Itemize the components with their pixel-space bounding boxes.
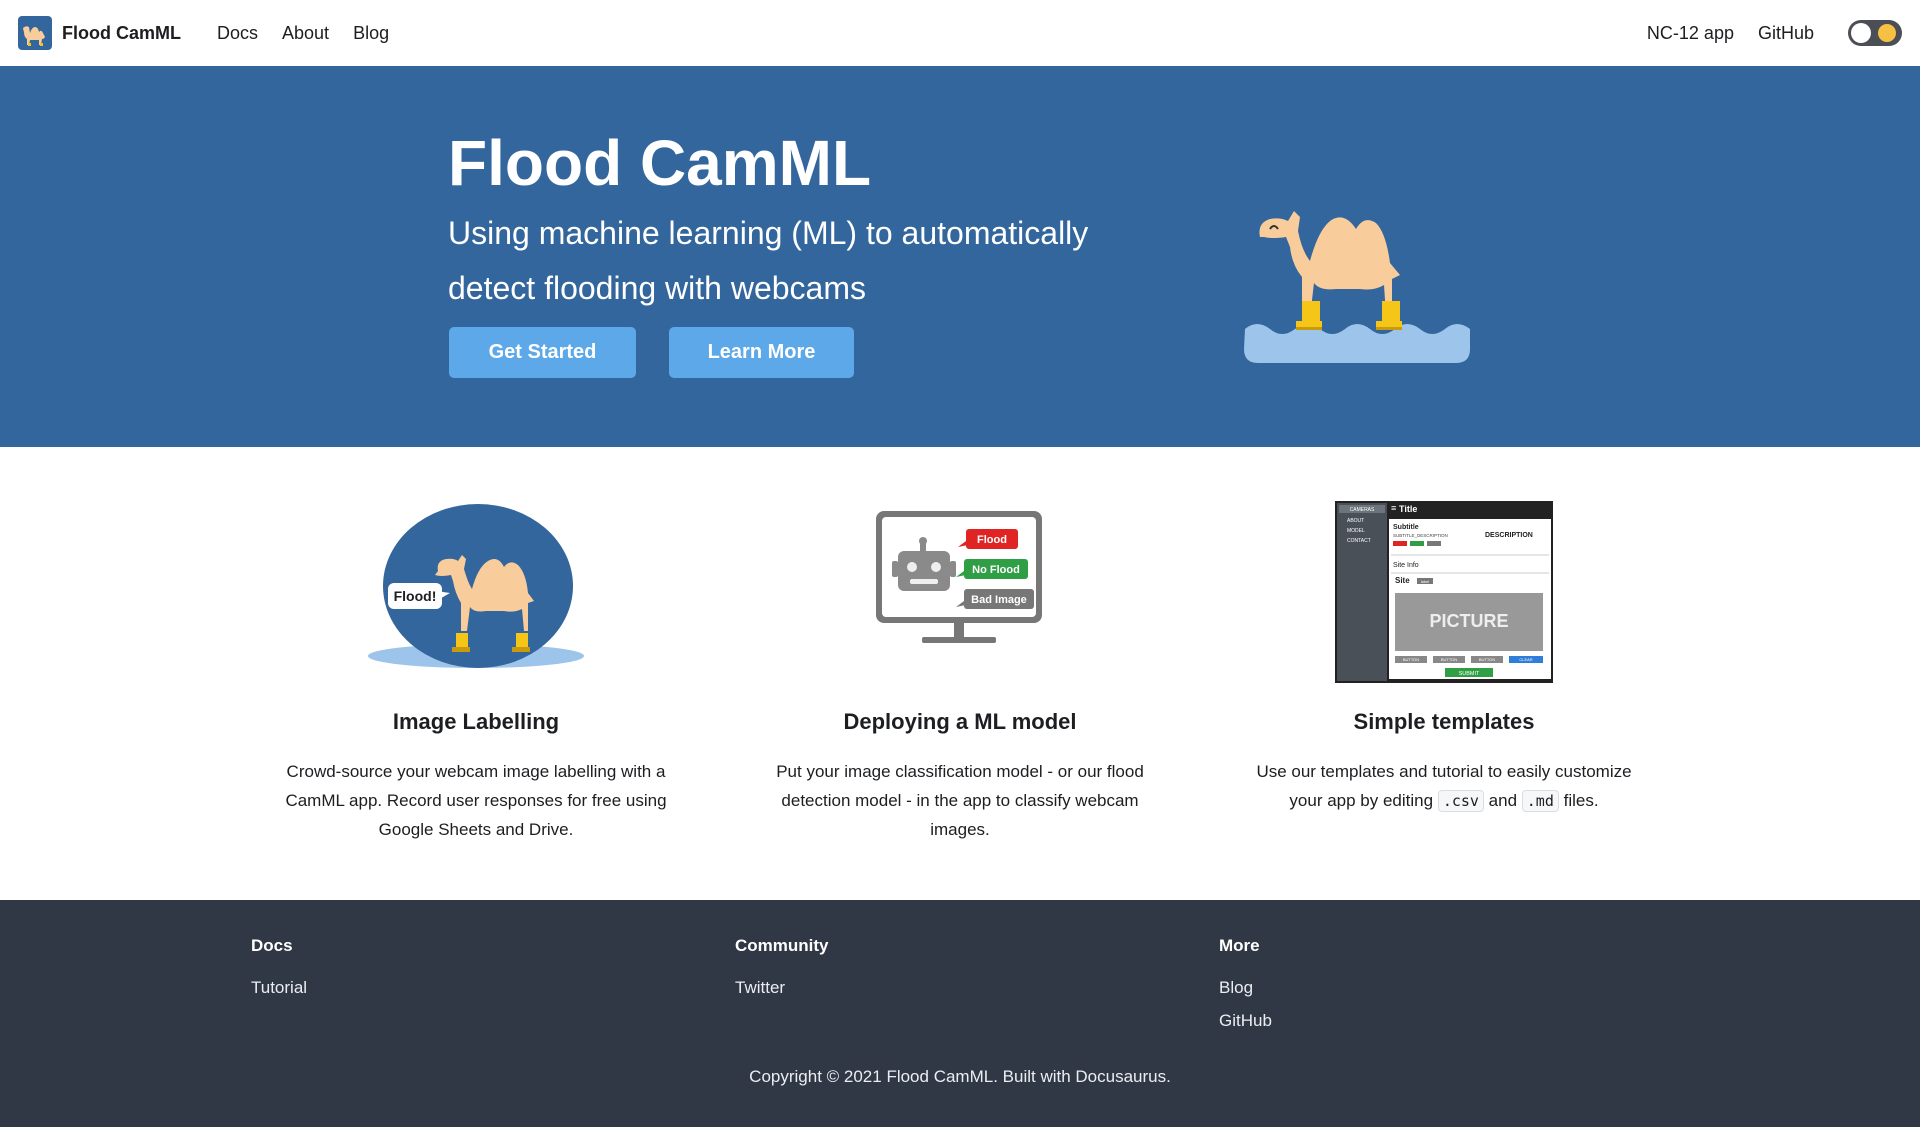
nav-link-github[interactable]: GitHub [1758, 23, 1814, 44]
camel-flood-illustration: Flood! [368, 504, 584, 668]
template-menu-item: CONTACT [1347, 538, 1371, 544]
feature-description: Put your image classification model - or… [776, 762, 1144, 839]
svg-text:≡: ≡ [1391, 503, 1396, 513]
footer-heading: Community [735, 936, 829, 955]
csv-code: .csv [1437, 790, 1484, 812]
hero-banner: Flood CamML Using machine learning (ML) … [0, 66, 1920, 447]
get-started-button[interactable]: Get Started [449, 327, 636, 378]
template-subtitle-description: SUBTITLE_DESCRIPTION [1393, 533, 1448, 538]
template-description: DESCRIPTION [1485, 532, 1533, 539]
template-button: BUTTON [1403, 657, 1419, 662]
camel-in-water-illustration [1244, 211, 1470, 363]
theme-toggle[interactable] [1848, 20, 1902, 46]
brand-link[interactable]: Flood CamML [18, 16, 181, 50]
hero-subtitle: Using machine learning (ML) to automatic… [448, 215, 1089, 306]
footer-link-blog[interactable]: Blog [1219, 978, 1272, 998]
md-code: .md [1521, 790, 1559, 812]
template-subtitle: Subtitle [1393, 524, 1419, 531]
template-menu-item: MODEL [1347, 528, 1365, 534]
sun-icon [1878, 24, 1896, 42]
no-flood-label: No Flood [972, 564, 1020, 576]
feature-title: Deploying a ML model [843, 709, 1077, 734]
template-button: BUTTON [1479, 657, 1495, 662]
copyright-text: Copyright © 2021 Flood CamML. Built with… [749, 1067, 1171, 1086]
template-site: Site [1395, 576, 1410, 585]
footer-link-twitter[interactable]: Twitter [735, 978, 829, 998]
nav-link-nc12-app[interactable]: NC-12 app [1647, 23, 1734, 44]
template-site-info: Site Info [1393, 562, 1419, 569]
navbar-right: NC-12 app GitHub [1635, 20, 1902, 46]
feature-title: Image Labelling [392, 709, 560, 734]
footer-heading: More [1219, 936, 1260, 955]
template-title: Title [1399, 504, 1417, 514]
app-template-illustration: CAMERAS ABOUT MODEL CONTACT ≡ Title Subt… [1335, 501, 1553, 683]
features-section: Flood! Image Labelling Crowd-source your… [0, 447, 1920, 900]
flood-label: Flood [977, 534, 1007, 546]
footer-column-docs: Docs Tutorial [251, 936, 307, 1011]
nav-link-docs[interactable]: Docs [217, 23, 258, 44]
bad-image-label: Bad Image [971, 594, 1027, 606]
template-label-badge: label [1421, 579, 1430, 584]
feature-description: Crowd-source your webcam image labelling… [285, 762, 667, 839]
feature-description: Use our templates and tutorial to easily… [1244, 757, 1644, 816]
footer-link-tutorial[interactable]: Tutorial [251, 978, 307, 998]
feature-title: Simple templates [1353, 709, 1535, 734]
template-menu-item: CAMERAS [1350, 507, 1375, 513]
template-clear-button: CLEAR [1519, 657, 1532, 662]
template-picture: PICTURE [1429, 611, 1508, 631]
template-menu-item: ABOUT [1347, 518, 1364, 524]
flood-bubble-text: Flood! [394, 588, 437, 604]
description-text: and [1488, 791, 1518, 810]
template-button: BUTTON [1441, 657, 1457, 662]
hero-title: Flood CamML [448, 127, 872, 199]
toggle-knob [1851, 23, 1871, 43]
footer-column-community: Community Twitter [735, 936, 829, 1011]
footer: Docs Tutorial Community Twitter More Blo… [0, 900, 1920, 1127]
description-text: files. [1563, 791, 1599, 810]
footer-heading: Docs [251, 936, 293, 955]
learn-more-button[interactable]: Learn More [669, 327, 854, 378]
template-submit: SUBMIT [1459, 671, 1480, 677]
brand-title: Flood CamML [62, 22, 181, 43]
footer-link-github[interactable]: GitHub [1219, 1011, 1272, 1031]
nav-link-blog[interactable]: Blog [353, 23, 389, 44]
camel-logo-icon [18, 16, 52, 50]
navbar: Flood CamML Docs About Blog NC-12 app Gi… [0, 0, 1920, 66]
footer-column-more: More Blog GitHub [1219, 936, 1272, 1044]
nav-link-about[interactable]: About [282, 23, 329, 44]
robot-monitor-illustration: Flood No Flood Bad Image [876, 511, 1042, 643]
